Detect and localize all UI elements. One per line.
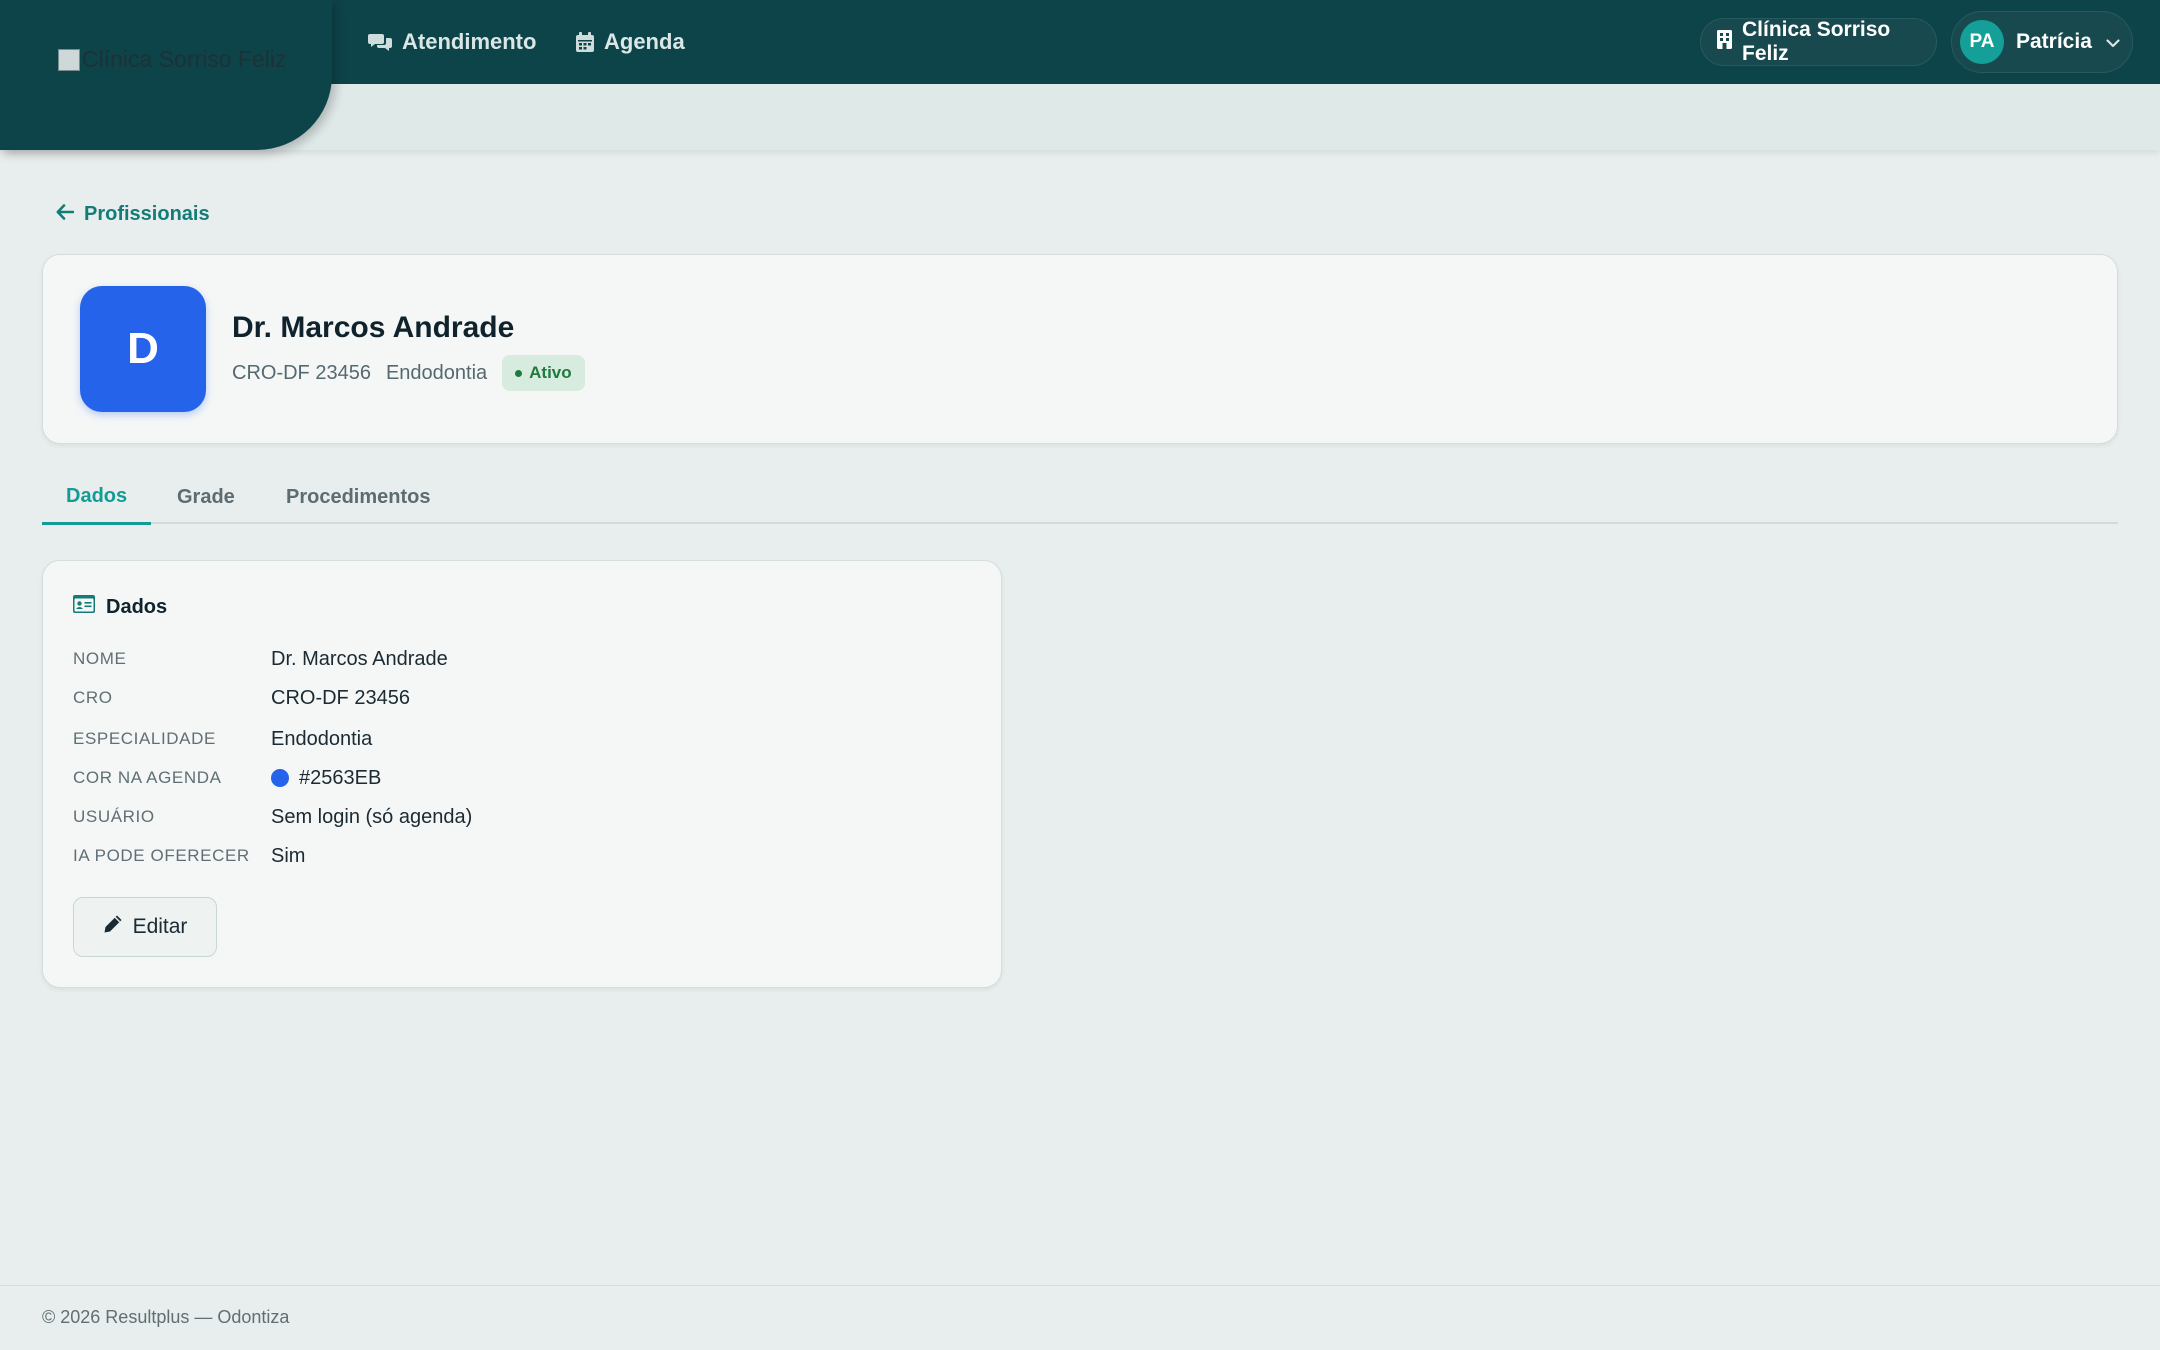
chevron-down-icon <box>2106 30 2120 54</box>
professional-name: Dr. Marcos Andrade <box>232 311 515 344</box>
detail-label: ESPECIALIDADE <box>73 729 216 748</box>
broken-image-icon <box>58 48 80 71</box>
agenda-color-hex: #2563EB <box>299 766 382 789</box>
edit-button[interactable]: Editar <box>73 897 217 957</box>
building-icon <box>1717 29 1732 55</box>
detail-label: NOME <box>73 649 127 668</box>
clinic-logo[interactable]: Clínica Sorriso Feliz <box>58 46 287 73</box>
profile-tabs: Dados Grade Procedimentos <box>42 470 2118 525</box>
back-link-label: Profissionais <box>84 203 210 225</box>
pencil-icon <box>103 914 123 940</box>
status-badge: Ativo <box>502 355 585 391</box>
footer-divider <box>0 1285 2160 1286</box>
professional-cro: CRO-DF 23456 <box>232 361 371 384</box>
details-card-title: Dados <box>73 595 167 619</box>
detail-label: USUÁRIO <box>73 807 155 826</box>
footer-copyright: © 2026 Resultplus — Odontiza <box>42 1307 290 1327</box>
professional-header-card: D Dr. Marcos Andrade CRO-DF 23456 Endodo… <box>42 254 2118 444</box>
detail-row-cor-agenda: COR NA AGENDA #2563EB <box>73 763 381 793</box>
arrow-left-icon <box>56 203 75 226</box>
detail-value: #2563EB <box>271 767 381 790</box>
detail-row-nome: NOME Dr. Marcos Andrade <box>73 644 448 674</box>
user-name: Patrícia <box>2016 30 2092 53</box>
tab-dados[interactable]: Dados <box>42 470 152 525</box>
status-label: Ativo <box>529 363 572 382</box>
agenda-color-swatch <box>271 769 289 787</box>
detail-row-ia-pode-oferecer: IA PODE OFERECER Sim <box>73 841 305 871</box>
user-avatar: PA <box>1960 20 2004 64</box>
tab-grade[interactable]: Grade <box>153 470 259 524</box>
details-card: Dados NOME Dr. Marcos Andrade CRO CRO-DF… <box>42 560 1002 988</box>
detail-row-usuario: USUÁRIO Sem login (só agenda) <box>73 802 472 832</box>
user-menu[interactable]: PA Patrícia <box>1951 11 2133 73</box>
clinic-selector[interactable]: Clínica Sorriso Feliz <box>1700 18 1937 66</box>
detail-row-cro: CRO CRO-DF 23456 <box>73 683 410 713</box>
calendar-icon <box>576 32 594 52</box>
details-title-label: Dados <box>106 595 168 618</box>
professional-meta: CRO-DF 23456 Endodontia Ativo <box>232 355 585 391</box>
nav-atendimento-label: Atendimento <box>402 29 537 54</box>
nav-agenda[interactable]: Agenda <box>576 0 685 84</box>
professional-avatar: D <box>80 286 206 412</box>
edit-button-label: Editar <box>132 915 188 938</box>
tab-procedimentos[interactable]: Procedimentos <box>262 470 454 524</box>
professional-specialty: Endodontia <box>385 361 488 384</box>
detail-label: CRO <box>73 688 113 707</box>
detail-label: COR NA AGENDA <box>73 768 222 787</box>
detail-value: Sim <box>271 844 306 867</box>
chat-bubbles-icon <box>368 32 392 52</box>
detail-label: IA PODE OFERECER <box>73 846 250 865</box>
status-dot-icon <box>515 369 523 377</box>
detail-value: Dr. Marcos Andrade <box>271 647 448 670</box>
id-card-icon <box>73 595 95 619</box>
detail-row-especialidade: ESPECIALIDADE Endodontia <box>73 724 372 754</box>
detail-value: Sem login (só agenda) <box>271 805 473 828</box>
nav-agenda-label: Agenda <box>604 29 685 54</box>
clinic-name: Clínica Sorriso Feliz <box>1742 18 1891 65</box>
nav-atendimento[interactable]: Atendimento <box>368 0 536 84</box>
detail-value: CRO-DF 23456 <box>271 686 410 709</box>
back-to-professionals-link[interactable]: Profissionais <box>56 203 210 226</box>
logo-alt-text: Clínica Sorriso Feliz <box>82 46 287 72</box>
logo-tab: Clínica Sorriso Feliz <box>0 0 332 150</box>
detail-value: Endodontia <box>271 727 373 750</box>
